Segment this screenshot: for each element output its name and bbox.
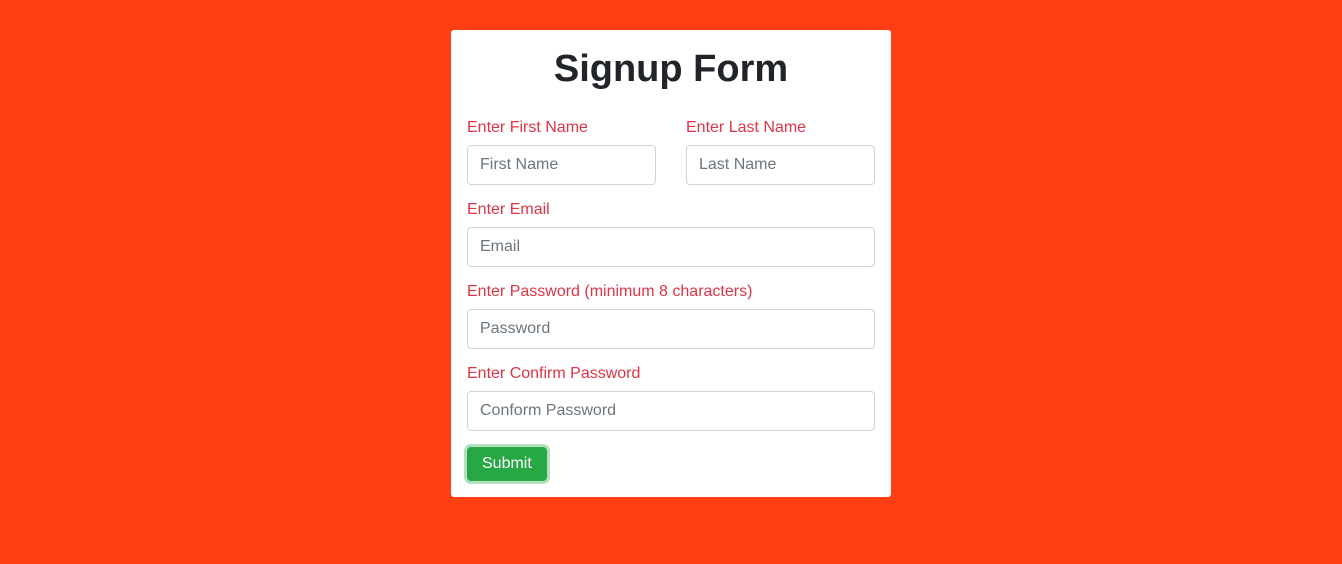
first-name-label: Enter First Name — [467, 119, 656, 137]
confirm-password-group: Enter Confirm Password — [467, 365, 875, 431]
last-name-input[interactable] — [686, 145, 875, 185]
first-name-group: Enter First Name — [467, 119, 656, 185]
email-group: Enter Email — [467, 201, 875, 267]
submit-button[interactable]: Submit — [467, 447, 547, 481]
last-name-group: Enter Last Name — [686, 119, 875, 185]
signup-form-card: Signup Form Enter First Name Enter Last … — [451, 30, 891, 497]
form-title: Signup Form — [467, 48, 875, 91]
email-label: Enter Email — [467, 201, 875, 219]
password-label: Enter Password (minimum 8 characters) — [467, 283, 875, 301]
confirm-password-label: Enter Confirm Password — [467, 365, 875, 383]
password-input[interactable] — [467, 309, 875, 349]
email-input[interactable] — [467, 227, 875, 267]
password-group: Enter Password (minimum 8 characters) — [467, 283, 875, 349]
last-name-label: Enter Last Name — [686, 119, 875, 137]
first-name-input[interactable] — [467, 145, 656, 185]
name-row: Enter First Name Enter Last Name — [467, 119, 875, 185]
confirm-password-input[interactable] — [467, 391, 875, 431]
